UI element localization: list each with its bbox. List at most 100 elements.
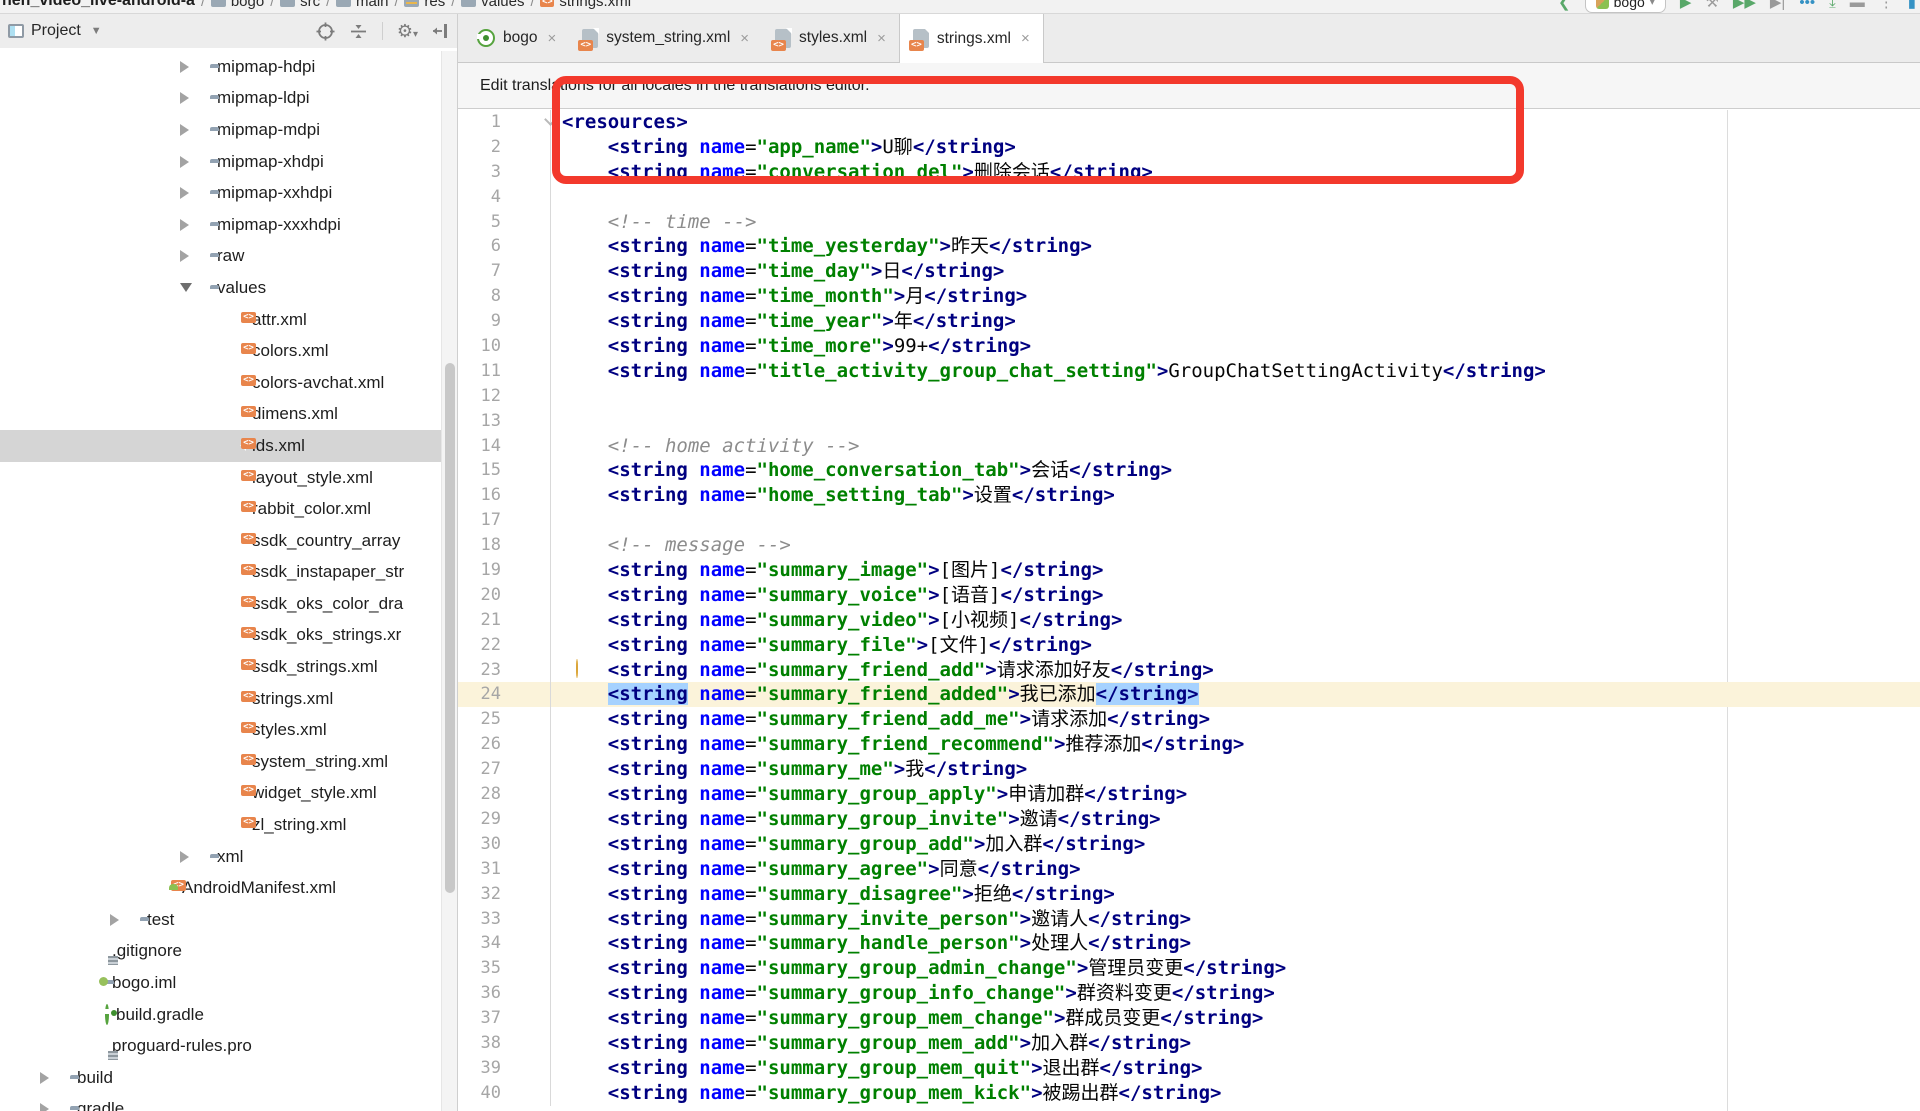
stop-icon[interactable]: ▬: [1850, 0, 1865, 11]
tree-item-raw[interactable]: raw: [0, 241, 441, 273]
tab-strings-xml[interactable]: <>strings.xml×: [899, 14, 1044, 63]
tree-item-colors-avchat-xml[interactable]: <>colors-avchat.xml: [0, 367, 441, 399]
tree-item-mipmap-xxhdpi[interactable]: mipmap-xxhdpi: [0, 177, 441, 209]
tree-item-build[interactable]: build: [0, 1062, 441, 1094]
tree-item-mipmap-ldpi[interactable]: mipmap-ldpi: [0, 83, 441, 115]
build-icon[interactable]: ⚒: [1705, 0, 1718, 11]
code-line-14[interactable]: 14 <!-- home activity -->: [458, 434, 1920, 459]
breadcrumb-item[interactable]: src: [280, 0, 320, 10]
collapse-arrow-icon[interactable]: [180, 851, 189, 863]
tree-item-values[interactable]: values: [0, 272, 441, 304]
code-line-31[interactable]: 31 <string name="summary_agree">同意</stri…: [458, 857, 1920, 882]
panel-splitter[interactable]: [457, 14, 458, 1111]
intention-bulb-icon[interactable]: [576, 660, 591, 681]
collapse-arrow-icon[interactable]: [40, 1072, 49, 1084]
code-line-11[interactable]: 11 <string name="title_activity_group_ch…: [458, 359, 1920, 384]
hide-panel-icon[interactable]: [432, 22, 450, 40]
tab-styles-xml[interactable]: <>styles.xml×: [762, 14, 899, 62]
code-line-39[interactable]: 39 <string name="summary_group_mem_quit"…: [458, 1056, 1920, 1081]
collapse-arrow-icon[interactable]: [180, 187, 189, 199]
tree-item-ids-xml[interactable]: <>ids.xml: [0, 430, 441, 462]
close-icon[interactable]: ×: [1021, 30, 1030, 47]
project-scrollbar-track[interactable]: [441, 51, 458, 1111]
tree-item-test[interactable]: test: [0, 904, 441, 936]
close-icon[interactable]: ×: [547, 30, 556, 47]
tree-item--gitignore[interactable]: .gitignore: [0, 936, 441, 968]
code-line-4[interactable]: 4: [458, 185, 1920, 210]
close-icon[interactable]: ×: [877, 30, 886, 47]
tree-item-dimens-xml[interactable]: <>dimens.xml: [0, 399, 441, 431]
code-line-25[interactable]: 25 <string name="summary_friend_add_me">…: [458, 707, 1920, 732]
run-icon[interactable]: ▶: [1680, 0, 1692, 11]
tree-item-mipmap-xxxhdpi[interactable]: mipmap-xxxhdpi: [0, 209, 441, 241]
code-line-15[interactable]: 15 <string name="home_conversation_tab">…: [458, 458, 1920, 483]
profile-icon[interactable]: ▶|: [1770, 0, 1785, 11]
code-line-28[interactable]: 28 <string name="summary_group_apply">申请…: [458, 782, 1920, 807]
collapse-arrow-icon[interactable]: [180, 92, 189, 104]
code-line-21[interactable]: 21 <string name="summary_video">[小视频]</s…: [458, 608, 1920, 633]
project-scrollbar-thumb[interactable]: [445, 363, 455, 893]
collapse-arrow-icon[interactable]: [110, 914, 119, 926]
code-line-36[interactable]: 36 <string name="summary_group_info_chan…: [458, 981, 1920, 1006]
tree-item-proguard-rules-pro[interactable]: proguard-rules.pro: [0, 1030, 441, 1062]
device-icon[interactable]: ▮: [1908, 0, 1916, 11]
collapse-arrow-icon[interactable]: [180, 156, 189, 168]
tree-item-zl-string-xml[interactable]: <>zl_string.xml: [0, 809, 441, 841]
chevron-down-icon[interactable]: ▼: [91, 25, 102, 37]
code-line-26[interactable]: 26 <string name="summary_friend_recommen…: [458, 732, 1920, 757]
translations-banner-text[interactable]: Edit translations for all locales in the…: [480, 77, 870, 95]
tree-item-ssdk-country-array[interactable]: <>ssdk_country_array: [0, 525, 441, 557]
settings-gear-icon[interactable]: ⚙▾: [397, 21, 418, 42]
more-vertical-icon[interactable]: ⋮: [1879, 0, 1894, 11]
running-devices-icon[interactable]: •••: [1799, 0, 1815, 11]
tree-item-bogo-iml[interactable]: bogo.iml: [0, 967, 441, 999]
tab-system-string-xml[interactable]: <>system_string.xml×: [569, 14, 762, 62]
tree-item-mipmap-xhdpi[interactable]: mipmap-xhdpi: [0, 146, 441, 178]
code-line-40[interactable]: 40 <string name="summary_group_mem_kick"…: [458, 1081, 1920, 1106]
breadcrumb-item[interactable]: <>strings.xml: [540, 0, 631, 10]
tree-item-colors-xml[interactable]: <>colors.xml: [0, 335, 441, 367]
expand-arrow-icon[interactable]: [180, 283, 192, 292]
code-line-33[interactable]: 33 <string name="summary_invite_person">…: [458, 907, 1920, 932]
code-line-27[interactable]: 27 <string name="summary_me">我</string>: [458, 757, 1920, 782]
code-line-16[interactable]: 16 <string name="home_setting_tab">设置</s…: [458, 483, 1920, 508]
tree-item-ssdk-oks-strings-xr[interactable]: <>ssdk_oks_strings.xr: [0, 620, 441, 652]
tree-item-mipmap-hdpi[interactable]: mipmap-hdpi: [0, 51, 441, 83]
code-line-9[interactable]: 9 <string name="time_year">年</string>: [458, 309, 1920, 334]
code-line-3[interactable]: 3 <string name="conversation_del">删除会话</…: [458, 160, 1920, 185]
code-line-2[interactable]: 2 <string name="app_name">U聊</string>: [458, 135, 1920, 160]
code-line-13[interactable]: 13: [458, 409, 1920, 434]
code-line-35[interactable]: 35 <string name="summary_group_admin_cha…: [458, 956, 1920, 981]
tree-item-xml[interactable]: xml: [0, 841, 441, 873]
code-line-29[interactable]: 29 <string name="summary_group_invite">邀…: [458, 807, 1920, 832]
tree-item-build-gradle[interactable]: build.gradle: [0, 999, 441, 1031]
code-line-24[interactable]: 24 <string name="summary_friend_added">我…: [458, 682, 1920, 707]
code-line-20[interactable]: 20 <string name="summary_voice">[语音]</st…: [458, 583, 1920, 608]
code-line-7[interactable]: 7 <string name="time_day">日</string>: [458, 259, 1920, 284]
code-line-1[interactable]: 1<resources>: [458, 110, 1920, 135]
collapse-arrow-icon[interactable]: [180, 219, 189, 231]
tree-item-mipmap-mdpi[interactable]: mipmap-mdpi: [0, 114, 441, 146]
code-line-23[interactable]: 23 <string name="summary_friend_add">请求添…: [458, 658, 1920, 683]
code-line-37[interactable]: 37 <string name="summary_group_mem_chang…: [458, 1006, 1920, 1031]
code-editor[interactable]: 1<resources>2 <string name="app_name">U聊…: [458, 110, 1920, 1111]
code-line-34[interactable]: 34 <string name="summary_handle_person">…: [458, 931, 1920, 956]
tree-item-ssdk-strings-xml[interactable]: <>ssdk_strings.xml: [0, 651, 441, 683]
collapse-arrow-icon[interactable]: [180, 250, 189, 262]
tree-item-strings-xml[interactable]: <>strings.xml: [0, 683, 441, 715]
collapse-arrow-icon[interactable]: [180, 124, 189, 136]
code-line-19[interactable]: 19 <string name="summary_image">[图片]</st…: [458, 558, 1920, 583]
breadcrumb-root[interactable]: hen_video_live-android-a: [2, 0, 195, 10]
code-line-17[interactable]: 17: [458, 508, 1920, 533]
collapse-arrow-icon[interactable]: [180, 61, 189, 73]
code-line-18[interactable]: 18 <!-- message -->: [458, 533, 1920, 558]
breadcrumb-item[interactable]: res: [404, 0, 445, 10]
tree-item-layout-style-xml[interactable]: <>layout_style.xml: [0, 462, 441, 494]
run-config-dropdown[interactable]: bogo ▾: [1585, 0, 1666, 13]
tree-item-ssdk-oks-color-dra[interactable]: <>ssdk_oks_color_dra: [0, 588, 441, 620]
tree-item-gradle[interactable]: gradle: [0, 1094, 441, 1111]
collapse-all-icon[interactable]: [349, 22, 368, 41]
code-line-32[interactable]: 32 <string name="summary_disagree">拒绝</s…: [458, 882, 1920, 907]
code-line-22[interactable]: 22 <string name="summary_file">[文件]</str…: [458, 633, 1920, 658]
tree-item-androidmanifest-xml[interactable]: <>AndroidManifest.xml: [0, 872, 441, 904]
